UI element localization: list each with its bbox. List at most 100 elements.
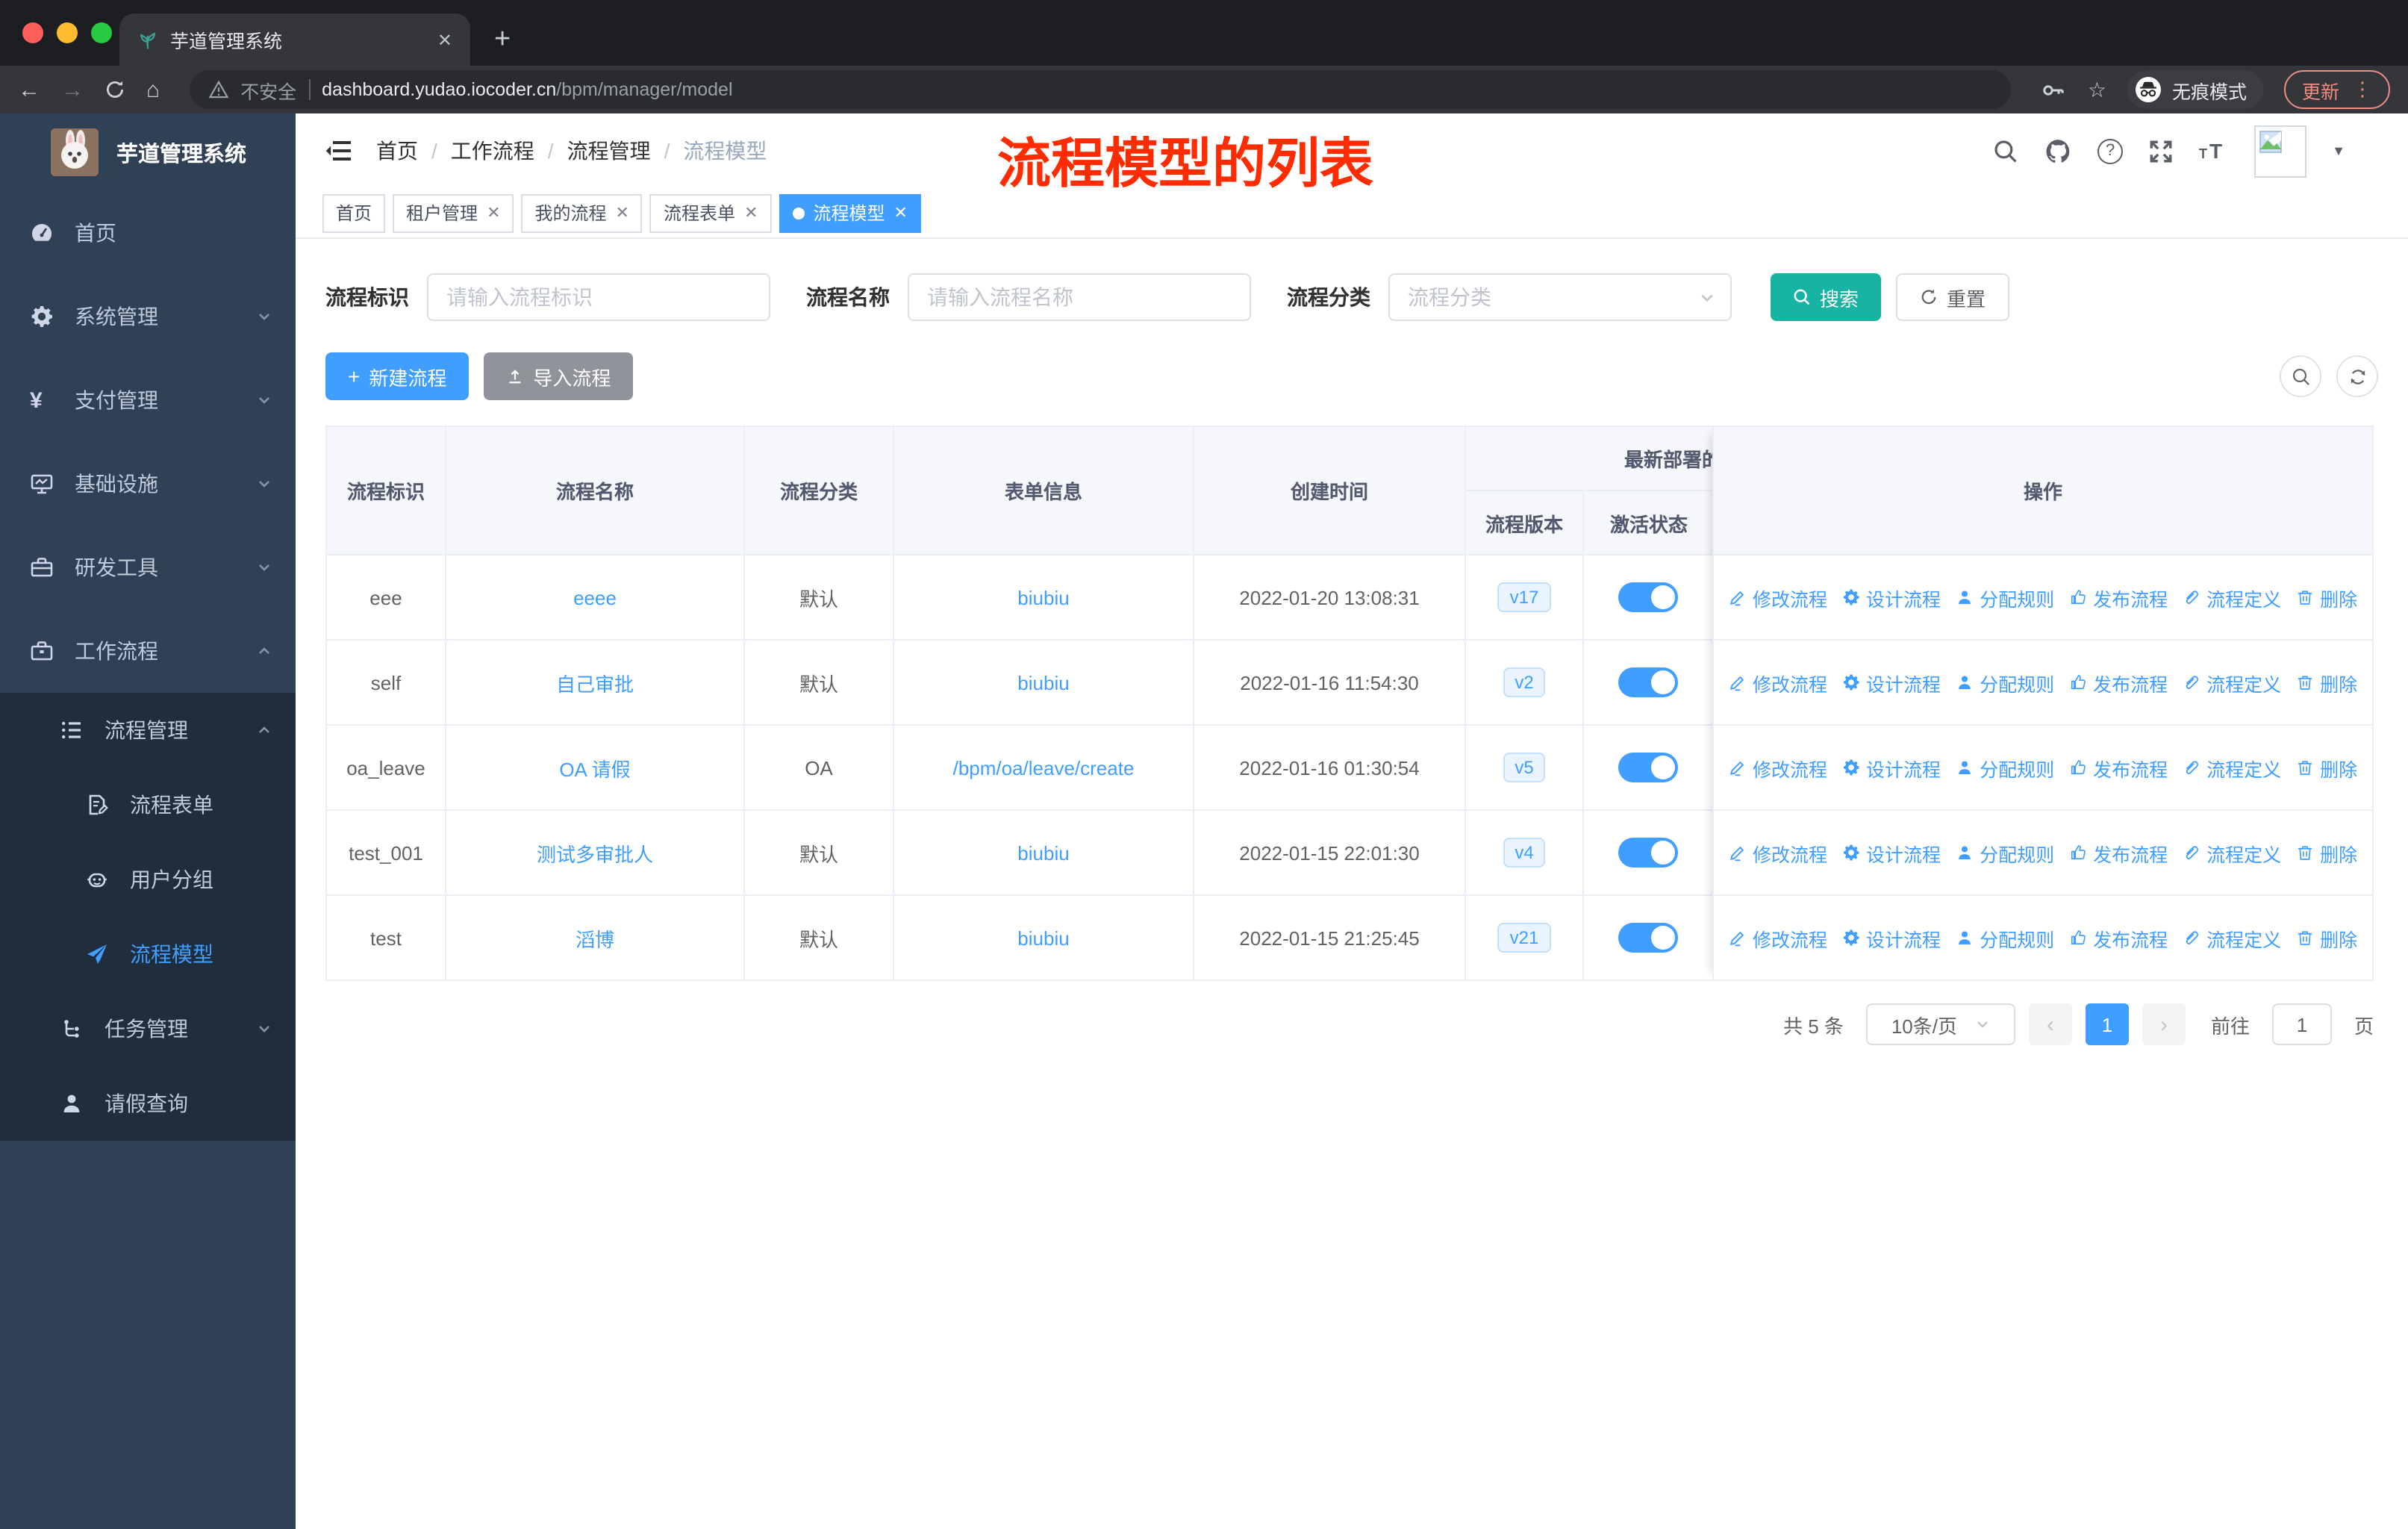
publish-process-link[interactable]: 发布流程 <box>2069 924 2168 952</box>
url-text[interactable]: dashboard.yudao.iocoder.cn/bpm/manager/m… <box>322 79 732 100</box>
process-definition-link[interactable]: 流程定义 <box>2183 583 2281 611</box>
reset-button[interactable]: 重置 <box>1896 273 2010 321</box>
sidebar-item-leave-query[interactable]: 请假查询 <box>0 1066 296 1141</box>
design-process-link[interactable]: 设计流程 <box>1842 924 1941 952</box>
close-tab-icon[interactable]: ✕ <box>437 29 452 50</box>
prev-page-button[interactable]: ‹ <box>2028 1003 2072 1045</box>
edit-process-link[interactable]: 修改流程 <box>1729 583 1827 611</box>
assign-rule-link[interactable]: 分配规则 <box>1956 583 2054 611</box>
breadcrumb-process-mgmt[interactable]: 流程管理 <box>567 136 651 166</box>
active-toggle[interactable] <box>1618 838 1678 868</box>
sidebar-item-process-model[interactable]: 流程模型 <box>0 917 296 991</box>
publish-process-link[interactable]: 发布流程 <box>2069 838 2168 867</box>
close-tab-icon[interactable]: ✕ <box>487 203 500 222</box>
sidebar-item-payment[interactable]: ¥ 支付管理 <box>0 358 296 442</box>
sidebar-item-home[interactable]: 首页 <box>0 191 296 275</box>
design-process-link[interactable]: 设计流程 <box>1842 668 1941 697</box>
search-icon[interactable] <box>1993 138 2018 164</box>
process-definition-link[interactable]: 流程定义 <box>2183 924 2281 952</box>
edit-process-link[interactable]: 修改流程 <box>1729 668 1827 697</box>
publish-process-link[interactable]: 发布流程 <box>2069 583 2168 611</box>
edit-process-link[interactable]: 修改流程 <box>1729 924 1827 952</box>
goto-page-input[interactable]: 1 <box>2271 1003 2332 1045</box>
toggle-search-icon[interactable] <box>2280 355 2321 397</box>
import-process-button[interactable]: 导入流程 <box>484 352 634 400</box>
design-process-link[interactable]: 设计流程 <box>1842 753 1941 782</box>
tab-my-process[interactable]: 我的流程 ✕ <box>521 193 643 232</box>
tab-process-form[interactable]: 流程表单 ✕ <box>649 193 772 232</box>
assign-rule-link[interactable]: 分配规则 <box>1956 668 2054 697</box>
home-icon[interactable]: ⌂ <box>146 78 160 101</box>
publish-process-link[interactable]: 发布流程 <box>2069 753 2168 782</box>
page-size-select[interactable]: 10条/页 <box>1865 1003 2015 1045</box>
sidebar-item-system[interactable]: 系统管理 <box>0 275 296 358</box>
process-id-input[interactable] <box>427 273 770 321</box>
key-icon[interactable] <box>2042 77 2067 102</box>
form-info-link[interactable]: /bpm/oa/leave/create <box>953 756 1135 779</box>
sidebar-item-devtools[interactable]: 研发工具 <box>0 526 296 609</box>
process-name-link[interactable]: 测试多审批人 <box>537 838 653 867</box>
assign-rule-link[interactable]: 分配规则 <box>1956 753 2054 782</box>
sidebar-item-task-mgmt[interactable]: 任务管理 <box>0 991 296 1066</box>
design-process-link[interactable]: 设计流程 <box>1842 583 1941 611</box>
collapse-sidebar-icon[interactable] <box>325 139 352 163</box>
sidebar-item-infra[interactable]: 基础设施 <box>0 442 296 526</box>
reload-icon[interactable] <box>105 79 125 100</box>
bookmark-star-icon[interactable]: ☆ <box>2088 77 2106 102</box>
process-name-link[interactable]: 滔博 <box>576 924 614 952</box>
close-tab-icon[interactable]: ✕ <box>893 203 907 222</box>
form-info-link[interactable]: biubiu <box>1017 927 1069 949</box>
sidebar-item-process-mgmt[interactable]: 流程管理 <box>0 693 296 767</box>
process-category-select[interactable]: 流程分类 <box>1388 273 1732 321</box>
publish-process-link[interactable]: 发布流程 <box>2069 668 2168 697</box>
browser-menu-icon[interactable]: ⋮ <box>2353 78 2372 102</box>
version-badge[interactable]: v17 <box>1497 582 1551 612</box>
sidebar-item-workflow[interactable]: 工作流程 <box>0 609 296 693</box>
version-badge[interactable]: v4 <box>1503 838 1546 868</box>
active-toggle[interactable] <box>1618 667 1678 697</box>
security-warning-icon[interactable] <box>209 81 229 99</box>
delete-link[interactable]: 删除 <box>2296 753 2357 782</box>
github-icon[interactable] <box>2044 137 2072 165</box>
help-icon[interactable]: ? <box>2097 138 2124 164</box>
create-process-button[interactable]: + 新建流程 <box>325 352 470 400</box>
tab-home[interactable]: 首页 <box>322 193 386 232</box>
font-size-icon[interactable]: TT <box>2199 139 2229 163</box>
active-toggle[interactable] <box>1618 582 1678 612</box>
delete-link[interactable]: 删除 <box>2296 838 2357 867</box>
fullscreen-icon[interactable] <box>2148 138 2174 164</box>
delete-link[interactable]: 删除 <box>2296 924 2357 952</box>
sidebar-item-process-form[interactable]: 流程表单 <box>0 767 296 842</box>
close-tab-icon[interactable]: ✕ <box>616 203 629 222</box>
minimize-window-button[interactable] <box>57 22 78 43</box>
process-name-input[interactable] <box>908 273 1251 321</box>
process-name-link[interactable]: 自己审批 <box>556 668 634 697</box>
active-toggle[interactable] <box>1618 753 1678 782</box>
breadcrumb-workflow[interactable]: 工作流程 <box>451 136 534 166</box>
tab-process-model[interactable]: 流程模型 ✕ <box>779 193 921 232</box>
edit-process-link[interactable]: 修改流程 <box>1729 838 1827 867</box>
version-badge[interactable]: v21 <box>1497 923 1551 953</box>
close-tab-icon[interactable]: ✕ <box>744 203 758 222</box>
forward-icon[interactable]: → <box>61 78 84 101</box>
form-info-link[interactable]: biubiu <box>1017 586 1069 608</box>
next-page-button[interactable]: › <box>2142 1003 2186 1045</box>
window-controls[interactable] <box>22 22 112 43</box>
tab-tenant-mgmt[interactable]: 租户管理 ✕ <box>393 193 514 232</box>
close-window-button[interactable] <box>22 22 43 43</box>
assign-rule-link[interactable]: 分配规则 <box>1956 924 2054 952</box>
sidebar-item-user-group[interactable]: 用户分组 <box>0 842 296 917</box>
process-definition-link[interactable]: 流程定义 <box>2183 753 2281 782</box>
refresh-icon[interactable] <box>2336 355 2378 397</box>
avatar[interactable] <box>2254 125 2307 177</box>
back-icon[interactable]: ← <box>18 78 40 101</box>
delete-link[interactable]: 删除 <box>2296 583 2357 611</box>
process-name-link[interactable]: eeee <box>573 586 617 608</box>
breadcrumb-home[interactable]: 首页 <box>376 136 418 166</box>
form-info-link[interactable]: biubiu <box>1017 841 1069 864</box>
version-badge[interactable]: v5 <box>1503 753 1546 782</box>
process-name-link[interactable]: OA 请假 <box>559 753 630 782</box>
current-page-button[interactable]: 1 <box>2085 1003 2129 1045</box>
browser-tab[interactable]: 芋道管理系统 ✕ <box>119 13 470 66</box>
search-button[interactable]: 搜索 <box>1771 273 1882 321</box>
